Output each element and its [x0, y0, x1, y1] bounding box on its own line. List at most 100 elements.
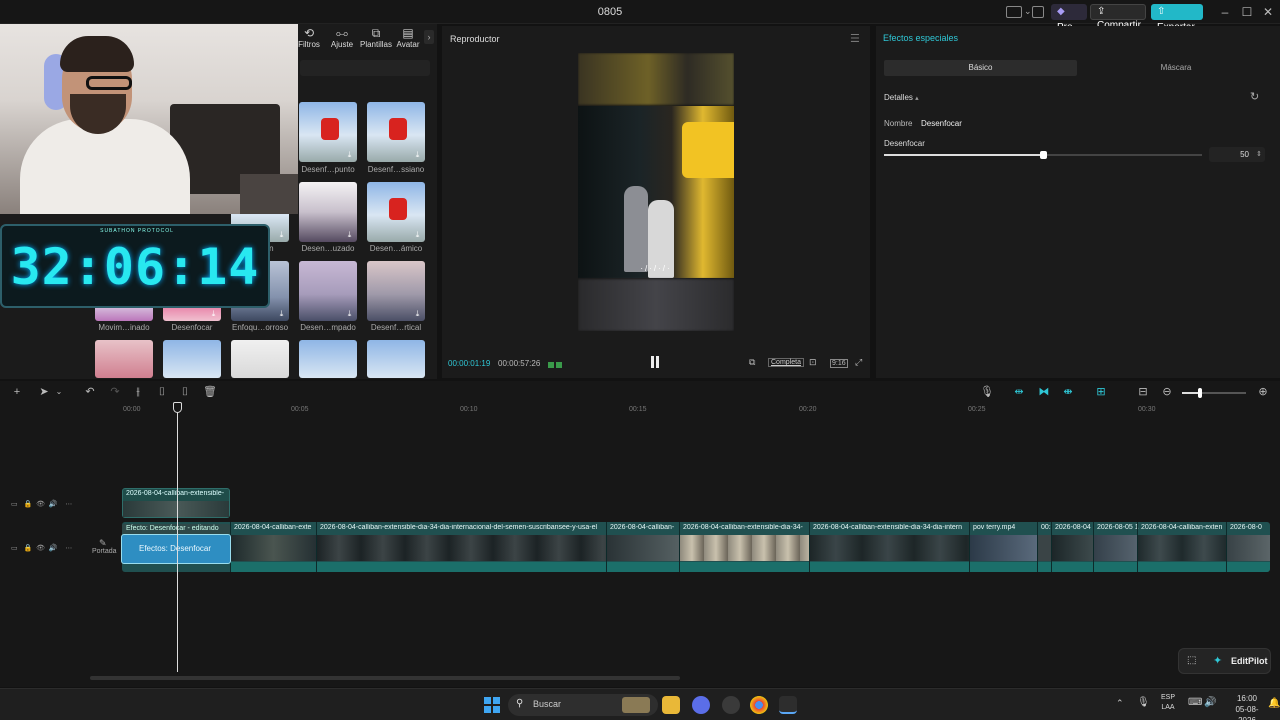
- select-tool-icon[interactable]: ➤: [37, 386, 51, 398]
- effect-tile[interactable]: ⤓: [299, 182, 357, 242]
- cursor-icon[interactable]: ⬚: [1187, 655, 1196, 666]
- notification-icon[interactable]: 🔔: [1268, 698, 1280, 709]
- microphone-icon[interactable]: 🎙: [980, 386, 994, 398]
- reset-icon[interactable]: ↻: [1250, 90, 1259, 103]
- zoom-slider[interactable]: [1182, 388, 1246, 398]
- eye-icon[interactable]: 👁: [36, 545, 45, 552]
- caption-icon[interactable]: ⊟: [1136, 386, 1150, 398]
- windows-start-icon[interactable]: [484, 697, 500, 716]
- effect-tile[interactable]: [163, 340, 221, 378]
- editpilot-widget[interactable]: ⬚ ✦ EditPilot: [1178, 648, 1271, 674]
- zoom-slider-handle[interactable]: [1198, 388, 1202, 398]
- blur-slider-handle[interactable]: [1040, 151, 1047, 159]
- effect-tile[interactable]: ⤓: [299, 102, 357, 162]
- timeline-scrollbar[interactable]: [90, 676, 680, 680]
- effect-tile[interactable]: [299, 340, 357, 378]
- preview-axis-icon[interactable]: ⊞: [1094, 386, 1108, 398]
- eye-icon[interactable]: 👁: [36, 501, 45, 508]
- taskbar-search-input[interactable]: ⚲ Buscar: [508, 694, 658, 716]
- redo-icon[interactable]: ↷: [108, 386, 122, 398]
- delete-icon[interactable]: 🗑: [203, 386, 217, 398]
- blur-slider[interactable]: [884, 151, 1202, 159]
- blur-value-input[interactable]: 50 ⇕: [1209, 147, 1265, 162]
- system-clock[interactable]: 16:00 05-08-2026: [1228, 693, 1266, 720]
- cover-label[interactable]: Portada: [92, 548, 117, 555]
- link-icon[interactable]: ⇹: [1012, 386, 1026, 398]
- audio-icon[interactable]: 🔊: [49, 501, 58, 508]
- pro-button[interactable]: ◆ Pro: [1051, 4, 1087, 33]
- fullscreen-icon[interactable]: ⤢: [855, 357, 862, 369]
- playhead[interactable]: [177, 410, 178, 672]
- tab-mask[interactable]: Máscara: [1079, 60, 1273, 76]
- track-thumb-icon[interactable]: ▭: [11, 501, 18, 508]
- tab-adjust[interactable]: ⧟ Ajuste: [325, 26, 359, 49]
- minimize-icon[interactable]: –: [1218, 5, 1232, 19]
- video-clip[interactable]: 2026-08-0: [1226, 522, 1270, 572]
- zoom-out-icon[interactable]: ⊖: [1160, 386, 1174, 398]
- effects-search-input[interactable]: [300, 60, 430, 76]
- undo-icon[interactable]: ↶: [83, 386, 97, 398]
- view-mode-button[interactable]: Completa: [768, 358, 804, 367]
- file-explorer-icon[interactable]: [662, 696, 680, 714]
- video-clip[interactable]: pov terry.mp4: [969, 522, 1037, 572]
- snap-icon[interactable]: ⇼: [1061, 386, 1075, 398]
- trim-left-icon[interactable]: ⌷: [155, 386, 169, 398]
- keyboard-icon[interactable]: [1032, 6, 1044, 18]
- volume-icon[interactable]: 🔊: [1204, 697, 1216, 708]
- video-clip[interactable]: 2026-08-04-calliban-: [606, 522, 679, 572]
- menu-icon[interactable]: ☰: [850, 32, 860, 45]
- lock-icon[interactable]: 🔒: [23, 545, 32, 552]
- obs-icon[interactable]: [722, 696, 740, 714]
- video-clip[interactable]: 2026-08-04-calliban-extensible-dia-34-di…: [809, 522, 969, 572]
- network-icon[interactable]: ⌨: [1188, 697, 1202, 708]
- more-icon[interactable]: ⋯: [65, 545, 72, 552]
- aspect-ratio-button[interactable]: 9:16: [830, 359, 848, 368]
- add-icon[interactable]: +: [10, 386, 24, 398]
- tab-basic[interactable]: Básico: [884, 60, 1077, 76]
- time-ruler[interactable]: [90, 403, 1280, 417]
- effect-tile[interactable]: [367, 340, 425, 378]
- pause-button[interactable]: [650, 356, 660, 368]
- effect-tile[interactable]: ⤓: [299, 261, 357, 321]
- chevron-right-icon[interactable]: ›: [424, 30, 434, 44]
- share-button[interactable]: ⇪ Compartir: [1090, 4, 1146, 31]
- tab-avatar[interactable]: ▤ Avatar: [391, 26, 425, 49]
- chrome-icon[interactable]: [750, 696, 768, 714]
- effect-clip-selected[interactable]: Efectos: Desenfocar: [121, 534, 231, 564]
- chevron-up-icon[interactable]: ⌃: [1116, 698, 1124, 709]
- maximize-icon[interactable]: ☐: [1240, 5, 1254, 19]
- effect-tile[interactable]: ⤓: [367, 182, 425, 242]
- video-clip[interactable]: 2026-08-04-calliban-extensible-dia-34-di…: [316, 522, 606, 572]
- more-icon[interactable]: ⋯: [65, 501, 72, 508]
- close-icon[interactable]: ✕: [1261, 5, 1275, 19]
- effect-tile[interactable]: [231, 340, 289, 378]
- trim-right-icon[interactable]: ⌷: [178, 386, 192, 398]
- video-clip[interactable]: 00:: [1037, 522, 1051, 572]
- effect-bar[interactable]: Efecto: Desenfocar - editando: [122, 524, 230, 534]
- chevron-down-icon[interactable]: ⌄: [1024, 6, 1032, 17]
- video-clip[interactable]: 2026-08-04: [1051, 522, 1093, 572]
- lock-icon[interactable]: 🔒: [23, 501, 32, 508]
- tab-templates[interactable]: ⧉ Plantillas: [359, 26, 393, 49]
- language-indicator[interactable]: ESP LAA: [1160, 693, 1176, 713]
- audio-icon[interactable]: 🔊: [49, 545, 58, 552]
- waveform-icon[interactable]: [548, 360, 562, 368]
- export-button[interactable]: ⇧ Exportar: [1151, 4, 1203, 33]
- video-clip[interactable]: 2026-08-04-calliban-exte: [230, 522, 316, 572]
- split-icon[interactable]: ⫲: [131, 386, 145, 398]
- screenshot-icon[interactable]: ⊡: [809, 357, 817, 369]
- playhead-handle[interactable]: [173, 402, 182, 413]
- main-video-track[interactable]: 2026-08-04-calliban-exte 2026-08-04-call…: [122, 522, 1270, 572]
- stepper-icon[interactable]: ⇕: [1256, 147, 1262, 162]
- details-section[interactable]: Detalles ▴: [884, 93, 919, 102]
- effect-tile[interactable]: ⤓: [367, 261, 425, 321]
- video-clip[interactable]: 2026-08-04-calliban-exten: [1137, 522, 1226, 572]
- magnet-icon[interactable]: ⧓: [1037, 386, 1051, 398]
- overlay-clip[interactable]: 2026-08-04-calliban-extensible-: [122, 488, 230, 518]
- chevron-down-icon[interactable]: ⌄: [52, 386, 66, 398]
- crop-icon[interactable]: ⧉: [749, 357, 755, 369]
- microphone-icon[interactable]: 🎙: [1137, 697, 1150, 708]
- video-preview[interactable]: ·/·/·/·: [578, 53, 734, 331]
- video-clip[interactable]: 2026-08-05 15-1: [1093, 522, 1139, 572]
- effect-tile[interactable]: [95, 340, 153, 378]
